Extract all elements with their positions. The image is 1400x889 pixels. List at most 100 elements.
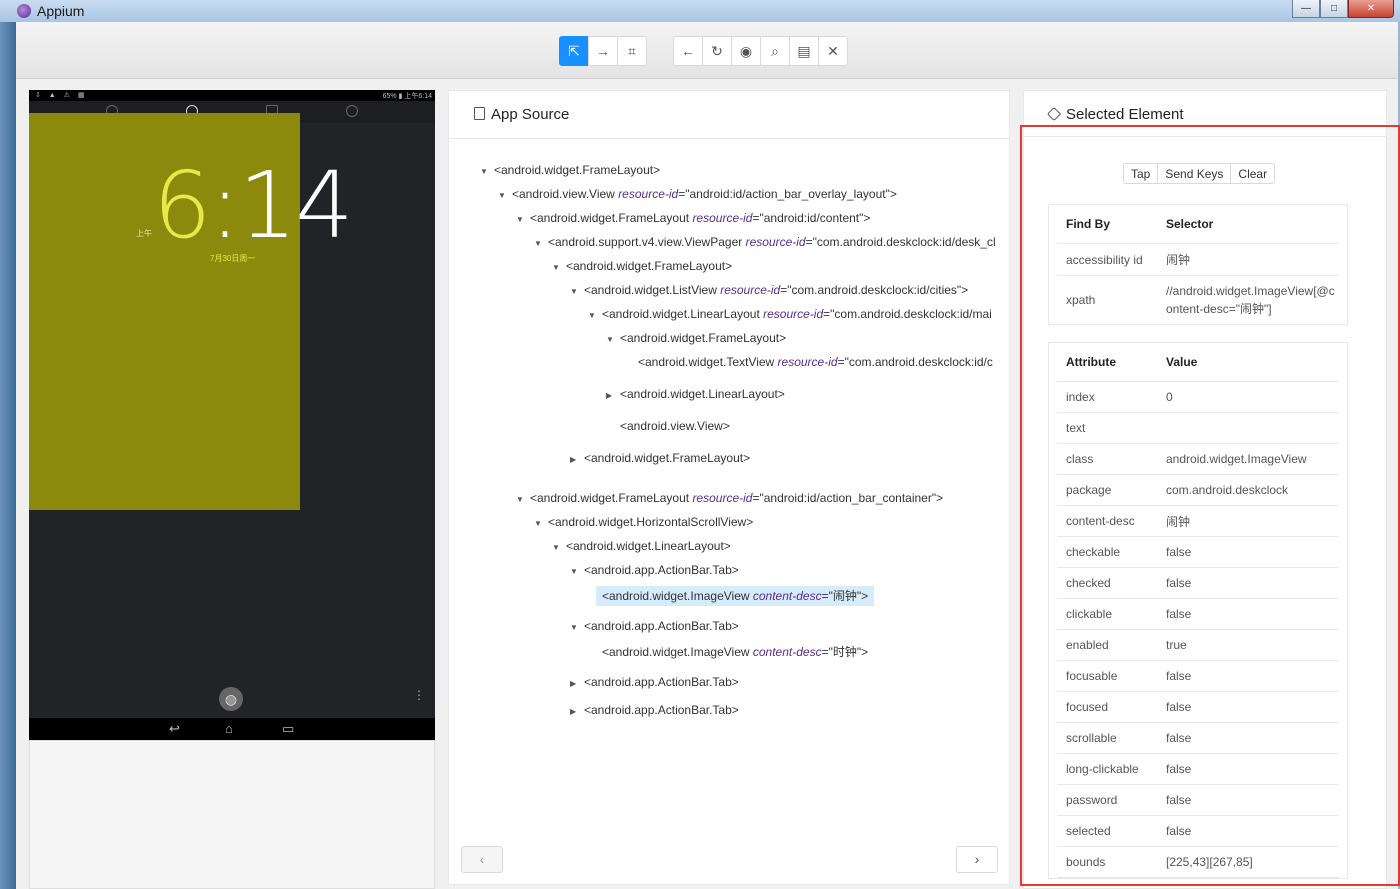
quit-session-button[interactable]: ✕ (818, 36, 848, 66)
node-tag: <android.support.v4.view.ViewPager (548, 235, 746, 249)
expand-caret-icon[interactable]: ▼ (480, 167, 488, 176)
expand-caret-icon[interactable]: ▼ (498, 191, 506, 200)
nav-home-icon[interactable]: ⌂ (225, 721, 233, 736)
tap-by-coordinates-button[interactable]: ⌗ (617, 36, 647, 66)
node-attr-value: ="时钟" (821, 645, 862, 659)
expand-caret-icon[interactable]: ▼ (516, 495, 524, 504)
source-tree-node[interactable]: ▶ <android.app.ActionBar.Tab> (570, 675, 739, 689)
source-tree-node[interactable]: ▼ <android.app.ActionBar.Tab> (570, 619, 739, 633)
source-tree-node[interactable]: <android.widget.ImageView content-desc="… (596, 586, 875, 606)
select-elements-button[interactable]: ⇱ (559, 36, 589, 66)
source-tree-node[interactable]: <android.view.View> (620, 419, 730, 433)
collapse-caret-icon[interactable]: ▶ (570, 707, 578, 716)
attribute-name: text (1066, 421, 1086, 435)
source-tree-node[interactable]: ▼ <android.widget.FrameLayout resource-id… (516, 211, 870, 225)
source-tree-node[interactable]: ▼ <android.widget.ListView resource-id="c… (570, 283, 968, 297)
back-button[interactable]: ← (673, 36, 703, 66)
expand-caret-icon[interactable]: ▼ (516, 215, 524, 224)
nav-back-icon[interactable]: ↩ (169, 721, 180, 737)
node-tag: <android.view.View> (620, 419, 730, 433)
collapse-caret-icon[interactable]: ▶ (570, 679, 578, 688)
node-attr-value: ="android:id/action_bar_container" (752, 491, 937, 505)
node-label: <android.widget.FrameLayout> (584, 451, 750, 465)
node-attr-value: ="com.android.deskclock:id/mai (823, 307, 992, 321)
source-tree-node[interactable]: ▼ <android.support.v4.view.ViewPager reso… (534, 235, 996, 249)
attributes-header: Attribute Value (1057, 343, 1339, 382)
find-by-col-header: Find By (1066, 217, 1110, 231)
expand-caret-icon[interactable]: ▼ (534, 519, 542, 528)
recorder-button[interactable]: ◉ (731, 36, 761, 66)
source-tree-node[interactable]: ▼ <android.widget.LinearLayout resource-i… (588, 307, 992, 321)
send-keys-button[interactable]: Send Keys (1157, 163, 1232, 184)
node-label: <android.widget.ListView resource-id="co… (584, 283, 968, 297)
attribute-name: scrollable (1066, 731, 1117, 745)
attribute-row: focused false (1057, 692, 1339, 723)
status-notification-icons: ⇩ ▲ ⚠ ▦ (35, 92, 88, 99)
source-tree-node[interactable]: ▼ <android.app.ActionBar.Tab> (570, 563, 739, 577)
source-tree-node[interactable]: ▼ <android.view.View resource-id="android… (498, 187, 897, 201)
selector-value[interactable]: 闹钟 (1166, 251, 1339, 269)
tap-button[interactable]: Tap (1123, 163, 1159, 184)
node-tag: <android.view.View (512, 187, 619, 201)
search-button[interactable]: ⌕ (760, 36, 790, 66)
stopwatch-tab-icon[interactable] (346, 105, 358, 117)
expand-caret-icon[interactable]: ▼ (588, 311, 596, 320)
node-tag-end: > (961, 283, 969, 297)
attribute-name: long-clickable (1066, 762, 1139, 776)
source-tree-node[interactable]: ▼ <android.widget.FrameLayout> (552, 259, 732, 273)
expand-caret-icon[interactable]: ▼ (570, 567, 578, 576)
selector-value[interactable]: //android.widget.ImageView[@content-desc… (1166, 282, 1339, 318)
overflow-menu-icon[interactable]: ⋮ (413, 689, 425, 701)
node-label: <android.app.ActionBar.Tab> (584, 563, 739, 577)
expand-caret-icon[interactable]: ▼ (570, 623, 578, 632)
refresh-button[interactable]: ↻ (702, 36, 732, 66)
node-label: <android.view.View> (620, 419, 730, 433)
swipe-by-coordinates-button[interactable]: → (588, 36, 618, 66)
expand-caret-icon[interactable]: ▼ (570, 287, 578, 296)
close-window-button[interactable]: ✕ (1348, 0, 1394, 18)
expand-caret-icon[interactable]: ▼ (552, 543, 560, 552)
expand-caret-icon[interactable]: ▼ (552, 263, 560, 272)
node-label: <android.widget.LinearLayout> (620, 387, 785, 401)
source-tree-node[interactable]: ▼ <android.widget.FrameLayout> (606, 331, 786, 345)
source-tree-node[interactable]: ▼ <android.widget.FrameLayout resource-id… (516, 491, 943, 505)
attribute-row: checkable false (1057, 537, 1339, 568)
node-label: <android.widget.FrameLayout> (494, 163, 660, 177)
source-tree-node[interactable]: ▶ <android.widget.LinearLayout> (606, 387, 785, 401)
device-screenshot[interactable]: ⇩ ▲ ⚠ ▦ 65% ▮ 上午6:14 6:14 上午 7月30日周一 ◍ ⋮… (29, 90, 435, 740)
source-tree-node[interactable]: <android.widget.ImageView content-desc="… (602, 643, 868, 660)
node-label: <android.app.ActionBar.Tab> (584, 675, 739, 689)
next-page-button[interactable]: › (956, 846, 998, 873)
attribute-name: index (1066, 390, 1095, 404)
expand-caret-icon[interactable]: ▼ (534, 239, 542, 248)
find-by-strategy: xpath (1066, 293, 1096, 307)
clear-button[interactable]: Clear (1230, 163, 1276, 184)
window-controls: — □ ✕ (1292, 0, 1394, 18)
attribute-name: content-desc (1066, 514, 1135, 528)
expand-caret-icon[interactable]: ▼ (606, 335, 614, 344)
source-tree-node[interactable]: ▶ <android.app.ActionBar.Tab> (570, 703, 739, 717)
collapse-caret-icon[interactable]: ▶ (606, 391, 614, 400)
node-tag: <android.widget.LinearLayout> (620, 387, 785, 401)
node-tag-end: > (861, 645, 869, 659)
source-tree-node[interactable]: ▼ <android.widget.LinearLayout> (552, 539, 731, 553)
node-label: <android.widget.HorizontalScrollView> (548, 515, 753, 529)
find-by-row: accessibility id 闹钟 (1057, 244, 1339, 276)
source-tree-node[interactable]: ▶ <android.widget.FrameLayout> (570, 451, 750, 465)
source-tree-node[interactable]: ▼ <android.widget.FrameLayout> (480, 163, 660, 177)
node-label: <android.widget.ImageView content-desc="… (602, 645, 868, 659)
node-label: <android.widget.LinearLayout resource-id… (602, 307, 992, 321)
clock-minutes: :14 (209, 152, 354, 259)
source-tree-node[interactable]: <android.widget.TextView resource-id="co… (638, 355, 993, 369)
node-label: <android.widget.FrameLayout> (566, 259, 732, 273)
collapse-caret-icon[interactable]: ▶ (570, 455, 578, 464)
world-clock-icon[interactable]: ◍ (219, 687, 243, 711)
nav-recent-icon[interactable]: ▭ (282, 721, 294, 737)
prev-page-button[interactable]: ‹ (461, 846, 503, 873)
attribute-row: clickable false (1057, 599, 1339, 630)
maximize-button[interactable]: □ (1320, 0, 1348, 18)
copy-xml-button[interactable]: ▤ (789, 36, 819, 66)
clock-hour: 6 (153, 152, 212, 259)
minimize-button[interactable]: — (1292, 0, 1320, 18)
source-tree-node[interactable]: ▼ <android.widget.HorizontalScrollView> (534, 515, 753, 529)
